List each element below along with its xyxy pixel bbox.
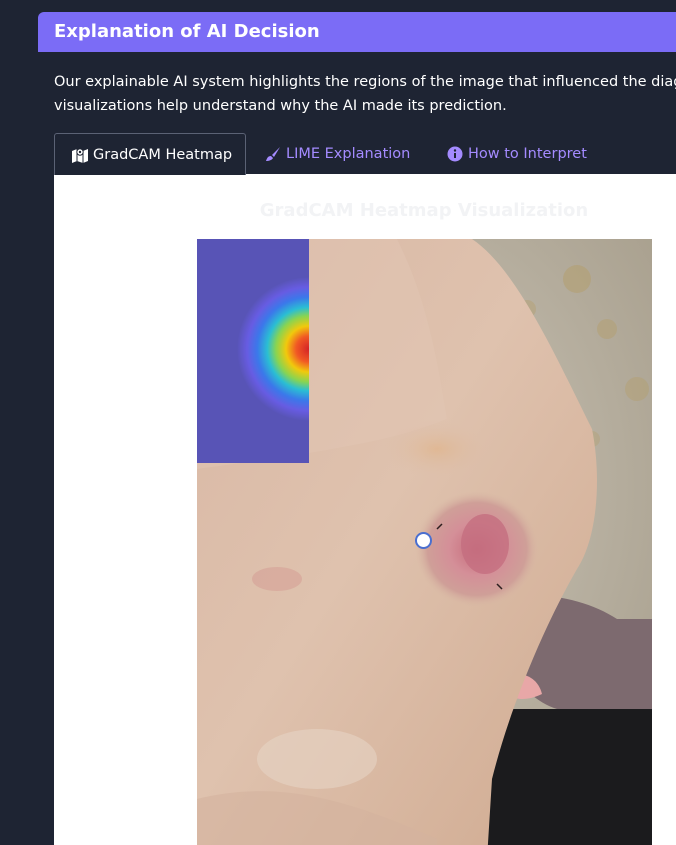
focus-point-marker[interactable] [415, 532, 432, 549]
tab-lime-explanation[interactable]: LIME Explanation [264, 133, 410, 174]
tab-panel: GradCAM Heatmap Visualization [54, 174, 676, 845]
tab-gradcam-heatmap[interactable]: GradCAM Heatmap [54, 133, 246, 175]
info-icon [446, 145, 464, 163]
section-header: Explanation of AI Decision [38, 12, 676, 52]
page: Explanation of AI Decision Our explainab… [0, 0, 676, 845]
description-line-1: Our explainable AI system highlights the… [54, 74, 676, 90]
brush-icon [264, 145, 282, 163]
map-icon [71, 146, 89, 164]
explanation-tabs: GradCAM Heatmap LIME Explanation How to … [54, 133, 676, 175]
section-title: Explanation of AI Decision [54, 21, 320, 42]
description-line-2: visualizations help understand why the A… [54, 98, 507, 114]
visualization-title: GradCAM Heatmap Visualization [259, 200, 589, 221]
gradcam-heatmap-overlay [197, 239, 309, 463]
description-text: Our explainable AI system highlights the… [54, 70, 676, 118]
tab-label: LIME Explanation [286, 145, 411, 162]
tab-label: How to Interpret [468, 145, 587, 162]
tab-label: GradCAM Heatmap [93, 146, 233, 163]
tab-how-to-interpret[interactable]: How to Interpret [446, 133, 587, 174]
